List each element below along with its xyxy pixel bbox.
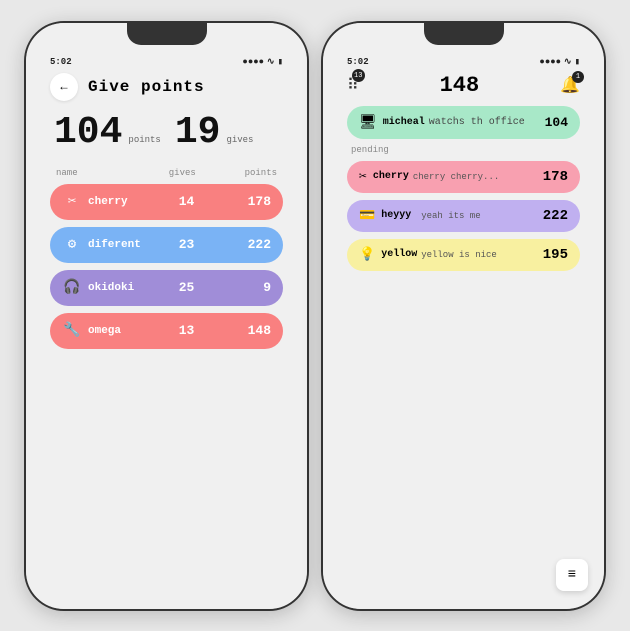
status-bar-1: 5:02 ●●●● ∿ ▮ <box>40 53 293 67</box>
cherry-gives: 14 <box>158 194 214 209</box>
omega-points: 148 <box>215 323 271 338</box>
p2-fab-button[interactable]: ≡ <box>556 559 588 591</box>
gives-label: gives <box>226 135 253 145</box>
col-name-header: name <box>56 168 151 178</box>
give-points-title: Give points <box>88 78 205 96</box>
table-header: name gives points <box>50 168 283 178</box>
p2-heyyy-icon: 💳 <box>359 208 375 223</box>
p2-yellow-desc: yellow is nice <box>421 250 543 260</box>
pending-label: pending <box>351 145 576 155</box>
list-item-cherry[interactable]: ✂ cherry 14 178 <box>50 184 283 220</box>
col-gives-header: gives <box>151 168 214 178</box>
signal-icon-1: ●●●● <box>242 57 264 67</box>
p2-cherry-desc: cherry cherry... <box>413 172 543 182</box>
battery-icon-1: ▮ <box>278 57 283 67</box>
p2-cherry-icon: ✂ <box>359 169 367 184</box>
diferent-name: diferent <box>88 239 158 251</box>
points-value: 104 <box>54 111 122 154</box>
p2-heyyy-points: 222 <box>543 208 568 224</box>
cherry-icon: ✂ <box>62 192 82 212</box>
omega-name: omega <box>88 325 158 337</box>
status-bar-2: 5:02 ●●●● ∿ ▮ <box>337 53 590 67</box>
okidoki-name: okidoki <box>88 282 158 294</box>
diferent-icon: ⚙ <box>62 235 82 255</box>
diferent-points: 222 <box>215 237 271 252</box>
stats-row: 104 points 19 gives <box>50 111 283 154</box>
col-points-header: points <box>214 168 277 178</box>
okidoki-gives: 25 <box>158 280 214 295</box>
phone-2: 5:02 ●●●● ∿ ▮ ⠿ 13 148 🔔 1 🖥 <box>321 21 606 611</box>
p2-item-heyyy[interactable]: 💳 heyyy yeah its me 222 <box>347 200 580 232</box>
top-card-description: watchs th office <box>429 117 545 128</box>
battery-icon-2: ▮ <box>575 57 580 67</box>
p2-cherry-points: 178 <box>543 169 568 185</box>
list-item-okidoki[interactable]: 🎧 okidoki 25 9 <box>50 270 283 306</box>
p2-header: ⠿ 13 148 🔔 1 <box>347 73 580 98</box>
back-button[interactable]: ← <box>50 73 78 101</box>
diferent-gives: 23 <box>158 237 214 252</box>
give-header: ← Give points <box>50 73 283 101</box>
time-2: 5:02 <box>347 57 369 67</box>
list-item-diferent[interactable]: ⚙ diferent 23 222 <box>50 227 283 263</box>
wifi-icon-2: ∿ <box>564 57 572 67</box>
phone-1: 5:02 ●●●● ∿ ▮ ← Give points 104 points 1… <box>24 21 309 611</box>
status-icons-2: ●●●● ∿ ▮ <box>539 57 580 67</box>
top-card-points: 104 <box>545 115 568 130</box>
p2-heyyy-desc: yeah its me <box>421 211 543 221</box>
status-icons-1: ●●●● ∿ ▮ <box>242 57 283 67</box>
p2-menu-icon-group[interactable]: ⠿ 13 <box>347 75 359 95</box>
omega-gives: 13 <box>158 323 214 338</box>
signal-icon-2: ●●●● <box>539 57 561 67</box>
p2-item-yellow[interactable]: 💡 yellow yellow is nice 195 <box>347 239 580 271</box>
p2-yellow-name: yellow <box>381 249 421 260</box>
omega-icon: 🔧 <box>62 321 82 341</box>
gives-value: 19 <box>175 111 221 154</box>
p2-top-card[interactable]: 🖥 micheal watchs th office 104 <box>347 106 580 139</box>
cherry-name: cherry <box>88 196 158 208</box>
fab-icon: ≡ <box>568 567 576 583</box>
list-item-omega[interactable]: 🔧 omega 13 148 <box>50 313 283 349</box>
p2-cherry-name: cherry <box>373 171 413 182</box>
wifi-icon-1: ∿ <box>267 57 275 67</box>
p2-total-points: 148 <box>440 73 480 98</box>
top-card-user: micheal <box>383 117 425 128</box>
p2-heyyy-name: heyyy <box>381 210 421 221</box>
p2-item-cherry[interactable]: ✂ cherry cherry cherry... 178 <box>347 161 580 193</box>
p2-bell-button[interactable]: 🔔 1 <box>560 75 580 95</box>
p2-dots-badge: 13 <box>352 69 365 82</box>
bell-badge: 1 <box>572 71 584 83</box>
p2-yellow-icon: 💡 <box>359 247 375 262</box>
okidoki-points: 9 <box>215 280 271 295</box>
top-card-icon: 🖥 <box>359 114 377 131</box>
p2-yellow-points: 195 <box>543 247 568 263</box>
time-1: 5:02 <box>50 57 72 67</box>
points-label: points <box>128 135 160 145</box>
okidoki-icon: 🎧 <box>62 278 82 298</box>
cherry-points: 178 <box>215 194 271 209</box>
